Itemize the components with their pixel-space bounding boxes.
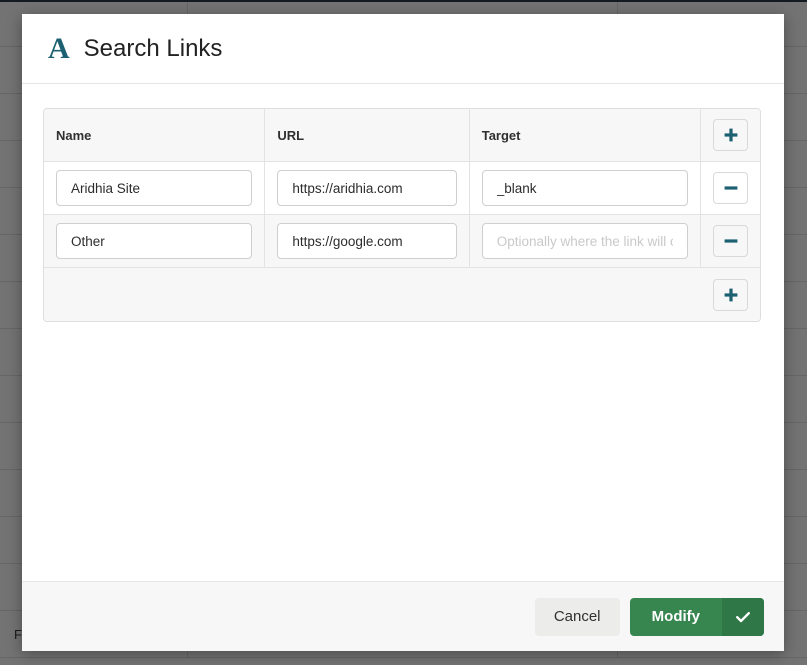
check-icon [722, 598, 764, 636]
link-url-input-1[interactable] [277, 170, 456, 206]
check-icon-glyph [734, 608, 752, 626]
remove-link-row-button-2[interactable] [713, 225, 748, 257]
cell-url [265, 215, 469, 267]
link-url-input-2[interactable] [277, 223, 456, 259]
link-name-input-1[interactable] [56, 170, 252, 206]
dialog-header: A Search Links [22, 14, 784, 84]
dialog-body: Name URL Target [22, 84, 784, 581]
plus-icon [724, 288, 738, 302]
dialog-footer: Cancel Modify [22, 581, 784, 651]
cell-name [44, 162, 265, 214]
table-header-row: Name URL Target [44, 109, 760, 162]
column-header-url: URL [265, 109, 469, 161]
link-name-input-2[interactable] [56, 223, 252, 259]
column-header-actions [701, 109, 760, 161]
dialog-title: Search Links [84, 37, 223, 61]
add-link-row-button-bottom[interactable] [713, 279, 748, 311]
footer-spacer [44, 268, 701, 321]
cell-actions [701, 162, 760, 214]
search-links-table: Name URL Target [43, 108, 761, 322]
table-row [44, 215, 760, 268]
cell-target [470, 162, 701, 214]
cell-actions [701, 215, 760, 267]
link-target-input-1[interactable] [482, 170, 688, 206]
table-row [44, 162, 760, 215]
minus-icon [724, 234, 738, 248]
footer-actions [701, 268, 760, 321]
remove-link-row-button-1[interactable] [713, 172, 748, 204]
plus-icon [724, 128, 738, 142]
cell-url [265, 162, 469, 214]
cell-target [470, 215, 701, 267]
minus-icon [724, 181, 738, 195]
search-links-dialog: A Search Links Name URL Target [22, 14, 784, 651]
modify-button-label: Modify [630, 598, 722, 636]
aridhia-logo-icon: A [48, 34, 70, 64]
table-footer-row [44, 268, 760, 321]
cancel-button[interactable]: Cancel [535, 598, 620, 636]
link-target-input-2[interactable] [482, 223, 688, 259]
column-header-target: Target [470, 109, 701, 161]
column-header-name: Name [44, 109, 265, 161]
cell-name [44, 215, 265, 267]
add-link-row-button-top[interactable] [713, 119, 748, 151]
modify-button[interactable]: Modify [630, 598, 764, 636]
